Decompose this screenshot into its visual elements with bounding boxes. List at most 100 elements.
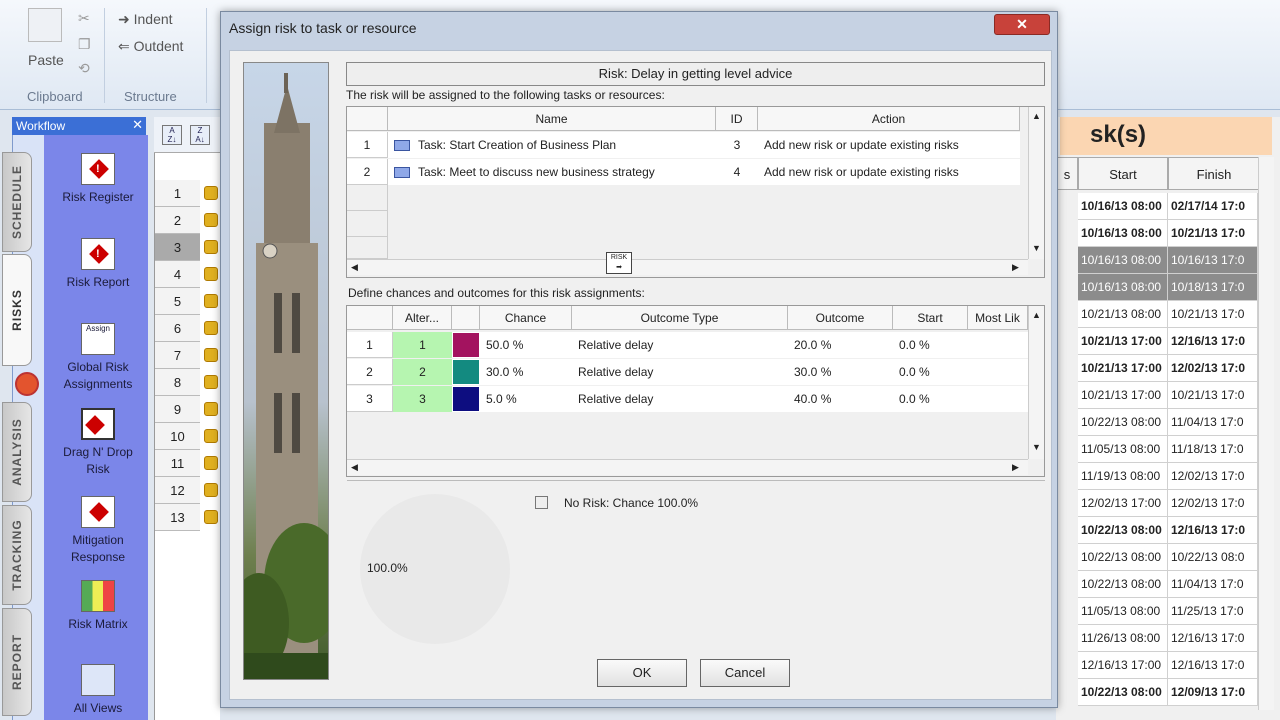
chance-cell[interactable]: 50.0 % (480, 332, 572, 358)
column-header-outcome-type[interactable]: Outcome Type (572, 306, 788, 330)
finish-date-cell[interactable]: 12/16/13 17:0 (1168, 625, 1258, 652)
start-date-cell[interactable]: 10/22/13 08:00 (1078, 409, 1168, 436)
color-swatch[interactable] (452, 359, 480, 385)
start-date-cell[interactable]: 10/21/13 17:00 (1078, 355, 1168, 382)
finish-date-cell[interactable]: 11/04/13 17:0 (1168, 409, 1258, 436)
start-date-cell[interactable]: 10/22/13 08:00 (1078, 517, 1168, 544)
row-number[interactable]: 3 (155, 234, 200, 261)
alternative-cell[interactable]: 2 (393, 359, 452, 385)
row-number[interactable]: 11 (155, 450, 200, 477)
start-date-cell[interactable]: 10/16/13 08:00 (1078, 274, 1168, 301)
copy-icon[interactable]: ❐ (78, 36, 91, 53)
finish-date-cell[interactable]: 10/21/13 17:0 (1168, 382, 1258, 409)
outcome-type-cell[interactable]: Relative delay (572, 386, 788, 412)
start-cell[interactable]: 0.0 % (893, 386, 968, 412)
finish-date-cell[interactable]: 12/16/13 17:0 (1168, 328, 1258, 355)
scroll-down-icon[interactable]: ▼ (1032, 243, 1041, 253)
paste-button[interactable]: Paste (28, 52, 64, 68)
finish-date-cell[interactable]: 12/02/13 17:0 (1168, 355, 1258, 382)
risk-report-button[interactable]: ! Risk Report (52, 238, 144, 291)
tab-schedule[interactable]: SCHEDULE (2, 152, 32, 252)
column-header-partial[interactable]: s (1056, 157, 1078, 190)
chance-cell[interactable]: 30.0 % (480, 359, 572, 385)
most-likely-cell[interactable] (968, 386, 1028, 412)
start-date-cell[interactable]: 10/21/13 17:00 (1078, 328, 1168, 355)
row-number[interactable]: 6 (155, 315, 200, 342)
column-header-alternative[interactable]: Alter... (393, 306, 452, 330)
start-date-cell[interactable]: 10/22/13 08:00 (1078, 544, 1168, 571)
task-id-cell[interactable]: 3 (716, 132, 758, 158)
column-header-finish[interactable]: Finish (1168, 157, 1260, 190)
column-header-most-likely[interactable]: Most Lik (968, 306, 1028, 330)
start-date-cell[interactable]: 11/05/13 08:00 (1078, 436, 1168, 463)
assign-horizontal-scrollbar[interactable]: ◀ ▶ (347, 259, 1028, 275)
row-number[interactable]: 7 (155, 342, 200, 369)
outcome-cell[interactable]: 20.0 % (788, 332, 893, 358)
row-header[interactable]: 2 (347, 159, 388, 185)
start-date-cell[interactable]: 10/22/13 08:00 (1078, 571, 1168, 598)
format-painter-icon[interactable]: ⟲ (78, 60, 90, 77)
task-name-cell[interactable]: Task: Meet to discuss new business strat… (388, 159, 716, 185)
most-likely-cell[interactable] (968, 332, 1028, 358)
tab-analysis[interactable]: ANALYSIS (2, 402, 32, 502)
sort-descending-icon[interactable]: Z A↓ (190, 125, 210, 145)
column-header-start[interactable]: Start (893, 306, 968, 330)
row-header[interactable]: 1 (347, 132, 388, 158)
outcome-cell[interactable]: 30.0 % (788, 359, 893, 385)
action-cell[interactable]: Add new risk or update existing risks (758, 132, 1020, 158)
start-date-cell[interactable]: 12/02/13 17:00 (1078, 490, 1168, 517)
scroll-up-icon[interactable]: ▲ (1032, 310, 1041, 320)
assign-vertical-scrollbar[interactable]: ▲ ▼ (1028, 107, 1044, 259)
start-date-cell[interactable]: 10/22/13 08:00 (1078, 679, 1168, 706)
start-date-cell[interactable]: 10/16/13 08:00 (1078, 247, 1168, 274)
column-header-name[interactable]: Name (388, 107, 716, 131)
drag-risk-icon[interactable]: RISK ➡ (606, 252, 632, 274)
scroll-left-icon[interactable]: ◀ (351, 462, 358, 473)
tab-report[interactable]: REPORT (2, 608, 32, 716)
sort-ascending-icon[interactable]: A Z↓ (162, 125, 182, 145)
outcome-cell[interactable]: 40.0 % (788, 386, 893, 412)
start-date-cell[interactable]: 12/16/13 17:00 (1078, 652, 1168, 679)
most-likely-cell[interactable] (968, 359, 1028, 385)
finish-date-cell[interactable]: 12/16/13 17:0 (1168, 517, 1258, 544)
tab-tracking[interactable]: TRACKING (2, 505, 32, 605)
color-swatch[interactable] (452, 332, 480, 358)
row-number[interactable]: 4 (155, 261, 200, 288)
finish-date-cell[interactable]: 11/18/13 17:0 (1168, 436, 1258, 463)
outcomes-vertical-scrollbar[interactable]: ▲ ▼ (1028, 306, 1044, 459)
start-date-cell[interactable]: 10/21/13 17:00 (1078, 382, 1168, 409)
chance-cell[interactable]: 5.0 % (480, 386, 572, 412)
dialog-close-button[interactable]: ✕ (994, 14, 1050, 35)
outcome-type-cell[interactable]: Relative delay (572, 332, 788, 358)
scroll-up-icon[interactable]: ▲ (1032, 111, 1041, 121)
column-header-id[interactable]: ID (716, 107, 758, 131)
all-views-button[interactable]: All Views (52, 664, 144, 717)
column-header-chance[interactable]: Chance (480, 306, 572, 330)
finish-date-cell[interactable]: 12/02/13 17:0 (1168, 490, 1258, 517)
start-cell[interactable]: 0.0 % (893, 359, 968, 385)
grid-vertical-scrollbar[interactable] (1258, 157, 1274, 710)
task-id-cell[interactable]: 4 (716, 159, 758, 185)
cut-icon[interactable]: ✂ (78, 10, 90, 27)
mitigation-response-button[interactable]: Mitigation Response (52, 496, 144, 566)
row-number[interactable]: 2 (155, 207, 200, 234)
row-number[interactable]: 1 (155, 180, 200, 207)
outcomes-horizontal-scrollbar[interactable]: ◀ ▶ (347, 459, 1028, 475)
risk-matrix-button[interactable]: Risk Matrix (52, 580, 144, 633)
scroll-left-icon[interactable]: ◀ (351, 262, 358, 273)
risk-register-button[interactable]: ! Risk Register (52, 153, 144, 206)
finish-date-cell[interactable]: 10/22/13 08:0 (1168, 544, 1258, 571)
color-swatch[interactable] (452, 386, 480, 412)
finish-date-cell[interactable]: 02/17/14 17:0 (1168, 193, 1258, 220)
finish-date-cell[interactable]: 10/21/13 17:0 (1168, 301, 1258, 328)
finish-date-cell[interactable]: 11/04/13 17:0 (1168, 571, 1258, 598)
row-number[interactable]: 9 (155, 396, 200, 423)
row-number[interactable]: 13 (155, 504, 200, 531)
alternative-cell[interactable]: 3 (393, 386, 452, 412)
row-number[interactable]: 12 (155, 477, 200, 504)
start-date-cell[interactable]: 10/16/13 08:00 (1078, 220, 1168, 247)
start-date-cell[interactable]: 11/26/13 08:00 (1078, 625, 1168, 652)
finish-date-cell[interactable]: 12/09/13 17:0 (1168, 679, 1258, 706)
finish-date-cell[interactable]: 12/02/13 17:0 (1168, 463, 1258, 490)
column-header-start[interactable]: Start (1078, 157, 1168, 190)
